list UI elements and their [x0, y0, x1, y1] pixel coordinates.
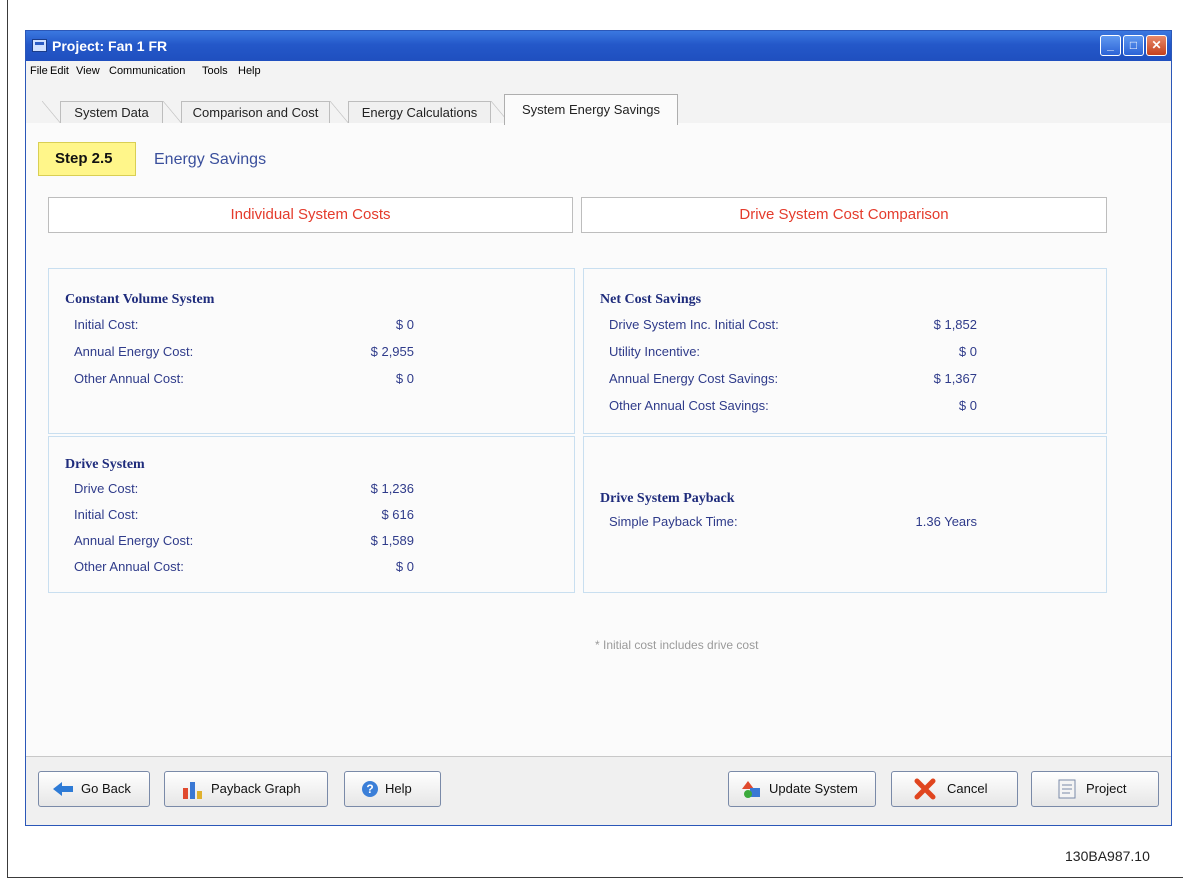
- cancel-x-icon: [914, 778, 936, 800]
- net-cost-savings-title: Net Cost Savings: [600, 292, 702, 307]
- ns-other-annual-savings-label: Other Annual Cost Savings:: [609, 398, 769, 413]
- app-window: Project: Fan 1 FR _ □ ✕ File Edit View C…: [25, 30, 1172, 826]
- app-icon: [32, 39, 47, 52]
- ns-utility-incentive-label: Utility Incentive:: [609, 344, 701, 359]
- project-label: Project: [1086, 781, 1127, 796]
- payback-graph-button[interactable]: Payback Graph: [164, 771, 328, 807]
- ns-utility-incentive-value: $ 0: [958, 344, 977, 359]
- step-badge: Step 2.5: [38, 142, 136, 176]
- update-system-button[interactable]: Update System: [728, 771, 876, 807]
- menu-communication[interactable]: Communication: [109, 65, 185, 77]
- cv-other-annual-cost-label: Other Annual Cost:: [74, 371, 184, 386]
- step-title: Energy Savings: [154, 151, 267, 168]
- constant-volume-title: Constant Volume System: [65, 292, 215, 307]
- ns-drive-initial-cost-value: $ 1,852: [933, 317, 977, 332]
- ds-initial-cost-label: Initial Cost:: [74, 507, 139, 522]
- constant-volume-panel: Constant Volume System Initial Cost: $ 0…: [48, 268, 575, 434]
- back-arrow-icon: [53, 782, 73, 796]
- menu-help[interactable]: Help: [238, 65, 261, 77]
- ds-other-annual-cost-label: Other Annual Cost:: [74, 559, 184, 574]
- maximize-icon[interactable]: □: [1123, 35, 1144, 56]
- ns-other-annual-savings-value: $ 0: [958, 398, 977, 413]
- tab-comparison-and-cost[interactable]: Comparison and Cost: [181, 101, 330, 125]
- menu-edit[interactable]: Edit: [50, 65, 69, 77]
- cv-annual-energy-cost-label: Annual Energy Cost:: [74, 344, 194, 359]
- minimize-icon[interactable]: _: [1100, 35, 1121, 56]
- tab-strip: System Data Comparison and Cost Energy C…: [26, 81, 1171, 125]
- bar-chart-icon: [183, 782, 202, 799]
- payback-time-label: Simple Payback Time:: [609, 514, 738, 529]
- help-icon: ?: [362, 781, 378, 797]
- initial-cost-note: * Initial cost includes drive cost: [595, 638, 759, 652]
- payback-graph-label: Payback Graph: [211, 781, 301, 796]
- menu-file[interactable]: File: [30, 65, 48, 77]
- figure-code: 130BA987.10: [1065, 848, 1150, 864]
- ds-initial-cost-value: $ 616: [381, 507, 414, 522]
- help-label: Help: [385, 781, 412, 796]
- ds-drive-cost-value: $ 1,236: [370, 481, 414, 496]
- tab-system-energy-savings[interactable]: System Energy Savings: [504, 94, 678, 125]
- payback-panel: Drive System Payback Simple Payback Time…: [583, 436, 1107, 593]
- ds-annual-energy-cost-value: $ 1,589: [370, 533, 414, 548]
- individual-costs-header: Individual System Costs: [48, 197, 573, 233]
- cv-initial-cost-value: $ 0: [395, 317, 414, 332]
- main-content: Step 2.5 Energy Savings Individual Syste…: [26, 123, 1171, 825]
- document-icon: [1058, 779, 1076, 799]
- ds-other-annual-cost-value: $ 0: [395, 559, 414, 574]
- ns-annual-energy-savings-label: Annual Energy Cost Savings:: [609, 371, 779, 386]
- tab-edge: [330, 101, 350, 125]
- cancel-label: Cancel: [947, 781, 988, 796]
- drive-system-panel: Drive System Drive Cost: $ 1,236 Initial…: [48, 436, 575, 593]
- ds-drive-cost-label: Drive Cost:: [74, 481, 139, 496]
- net-cost-savings-panel: Net Cost Savings Drive System Inc. Initi…: [583, 268, 1107, 434]
- close-icon[interactable]: ✕: [1146, 35, 1167, 56]
- project-button[interactable]: Project: [1031, 771, 1159, 807]
- tab-edge: [163, 101, 183, 125]
- help-button[interactable]: ? Help: [344, 771, 441, 807]
- menu-view[interactable]: View: [76, 65, 100, 77]
- payback-time-value: 1.36 Years: [915, 514, 977, 529]
- menu-tools[interactable]: Tools: [202, 65, 228, 77]
- cv-initial-cost-label: Initial Cost:: [74, 317, 139, 332]
- go-back-label: Go Back: [81, 781, 131, 796]
- ns-annual-energy-savings-value: $ 1,367: [933, 371, 977, 386]
- payback-title: Drive System Payback: [600, 491, 735, 506]
- update-icon: [742, 781, 760, 798]
- svg-text:?: ?: [366, 782, 373, 796]
- tab-system-data[interactable]: System Data: [60, 101, 163, 125]
- button-bar: Go Back Payback Graph ? Help Update Syst…: [26, 756, 1171, 825]
- drive-system-title: Drive System: [65, 457, 145, 472]
- title-bar[interactable]: Project: Fan 1 FR _ □ ✕: [26, 31, 1171, 61]
- cancel-button[interactable]: Cancel: [891, 771, 1018, 807]
- cv-other-annual-cost-value: $ 0: [395, 371, 414, 386]
- update-system-label: Update System: [769, 781, 858, 796]
- cost-comparison-header: Drive System Cost Comparison: [581, 197, 1107, 233]
- go-back-button[interactable]: Go Back: [38, 771, 150, 807]
- ds-annual-energy-cost-label: Annual Energy Cost:: [74, 533, 194, 548]
- menu-bar: File Edit View Communication Tools Help: [26, 61, 1171, 81]
- window-title: Project: Fan 1 FR: [52, 38, 168, 54]
- tab-energy-calculations[interactable]: Energy Calculations: [348, 101, 491, 125]
- tab-edge: [42, 101, 62, 125]
- ns-drive-initial-cost-label: Drive System Inc. Initial Cost:: [609, 317, 779, 332]
- cv-annual-energy-cost-value: $ 2,955: [370, 344, 414, 359]
